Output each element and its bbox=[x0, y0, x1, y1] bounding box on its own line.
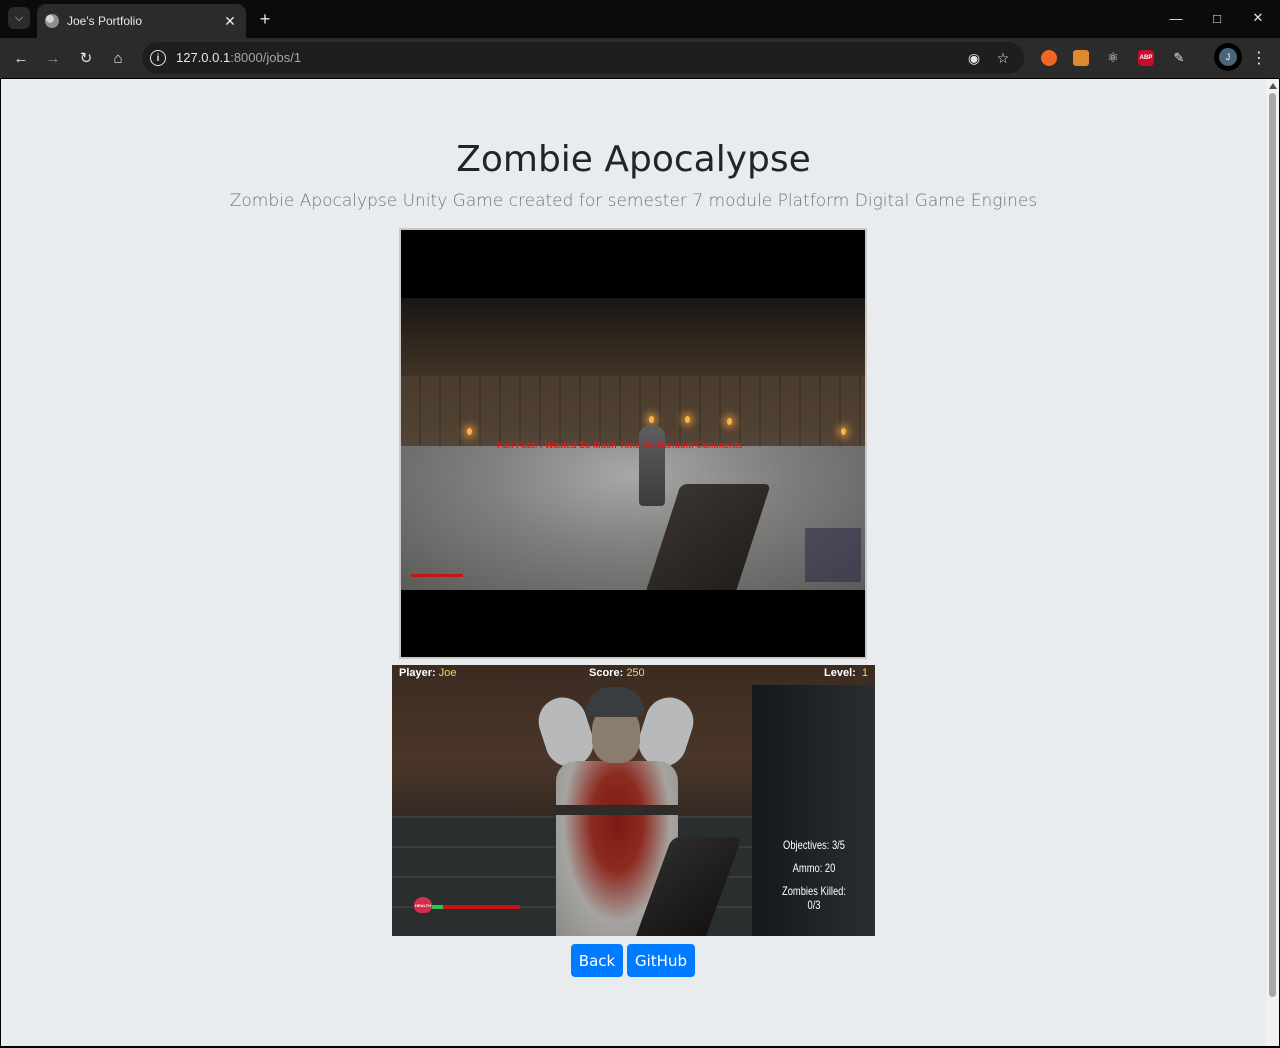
site-info-icon[interactable]: i bbox=[150, 50, 166, 66]
window-close-icon[interactable]: ✕ bbox=[1238, 0, 1278, 36]
hud-ammo: Ammo: 20 bbox=[792, 861, 836, 875]
torch-light bbox=[727, 418, 732, 425]
address-bar[interactable]: i 127.0.0.1:8000/jobs/1 ◉ ☆ bbox=[142, 42, 1024, 74]
adblock-plus-icon[interactable]: ABP bbox=[1135, 47, 1157, 69]
torch-light bbox=[467, 428, 472, 435]
hud-zombies-killed: Zombies Killed: 0/3 bbox=[782, 884, 846, 912]
torch-light bbox=[841, 428, 846, 435]
browser-toolbar: ← → ↻ ⌂ i 127.0.0.1:8000/jobs/1 ◉ ☆ ⚛ AB… bbox=[0, 38, 1280, 78]
tab-strip: ⌵ Joe's Portfolio ✕ + — □ ✕ bbox=[0, 0, 1280, 38]
hud-stats: Objectives: 3/5 Ammo: 20 Zombies Killed:… bbox=[775, 838, 853, 921]
hud-player: Player: Joe bbox=[399, 667, 457, 679]
eye-slash-icon[interactable]: ◉ bbox=[964, 48, 984, 68]
back-button[interactable]: Back bbox=[571, 944, 623, 977]
scroll-up-arrow-icon[interactable] bbox=[1269, 83, 1277, 89]
hud-level: Level: 1 bbox=[824, 667, 869, 679]
page-subtitle: Zombie Apocalypse Unity Game created for… bbox=[229, 191, 1038, 211]
heart-health-icon: HEALTH bbox=[414, 897, 432, 913]
reload-icon[interactable]: ↻ bbox=[74, 46, 98, 70]
tab-close-icon[interactable]: ✕ bbox=[222, 13, 238, 30]
torch-light bbox=[649, 416, 654, 423]
github-button[interactable]: GitHub bbox=[627, 944, 695, 977]
corridor-scene: Fun Fact: I Wasted So Much Time On Rando… bbox=[401, 298, 865, 590]
browser-menu-icon[interactable]: ⋮ bbox=[1248, 47, 1270, 69]
extension-megaphone-icon[interactable] bbox=[1070, 47, 1092, 69]
bookmark-star-icon[interactable]: ☆ bbox=[993, 48, 1013, 68]
hud-objectives: Objectives: 3/5 bbox=[783, 838, 845, 852]
tab-active[interactable]: Joe's Portfolio ✕ bbox=[37, 4, 246, 38]
maximize-icon[interactable]: □ bbox=[1197, 0, 1237, 36]
page-scrollbar[interactable] bbox=[1266, 79, 1279, 1046]
page-viewport: Zombie Apocalypse Zombie Apocalypse Unit… bbox=[1, 79, 1266, 1046]
react-devtools-icon[interactable]: ⚛ bbox=[1102, 47, 1124, 69]
tab-title: Joe's Portfolio bbox=[67, 14, 142, 28]
page-title: Zombie Apocalypse bbox=[456, 139, 811, 180]
health-bar bbox=[432, 905, 520, 909]
profile-avatar[interactable]: J bbox=[1214, 43, 1242, 71]
minimize-icon[interactable]: — bbox=[1156, 0, 1196, 36]
zombie-figure bbox=[639, 426, 665, 506]
game-screenshot-zombie: Player: Joe Score: 250 Level: 1 Objectiv… bbox=[392, 665, 875, 936]
torch-light bbox=[685, 416, 690, 423]
stats-panel bbox=[805, 528, 861, 582]
scrollbar-thumb[interactable] bbox=[1269, 93, 1276, 997]
fun-fact-text: Fun Fact: I Wasted So Much Time On Rando… bbox=[497, 440, 743, 450]
hud-score: Score: 250 bbox=[589, 667, 645, 679]
back-arrow-icon[interactable]: ← bbox=[9, 46, 33, 70]
game-screenshot-corridor: Fun Fact: I Wasted So Much Time On Rando… bbox=[399, 228, 867, 659]
tab-search-chevron-icon[interactable]: ⌵ bbox=[8, 7, 30, 29]
home-icon[interactable]: ⌂ bbox=[106, 46, 130, 70]
extensions-puzzle-icon[interactable]: ✎ bbox=[1168, 47, 1190, 69]
extension-orange-icon[interactable] bbox=[1038, 47, 1060, 69]
new-tab-plus-icon[interactable]: + bbox=[254, 8, 276, 30]
globe-icon bbox=[45, 14, 59, 28]
url-text[interactable]: 127.0.0.1:8000/jobs/1 bbox=[176, 50, 301, 65]
health-bar bbox=[411, 574, 463, 577]
health-bar-fill bbox=[432, 905, 443, 909]
forward-arrow-icon[interactable]: → bbox=[41, 46, 65, 70]
